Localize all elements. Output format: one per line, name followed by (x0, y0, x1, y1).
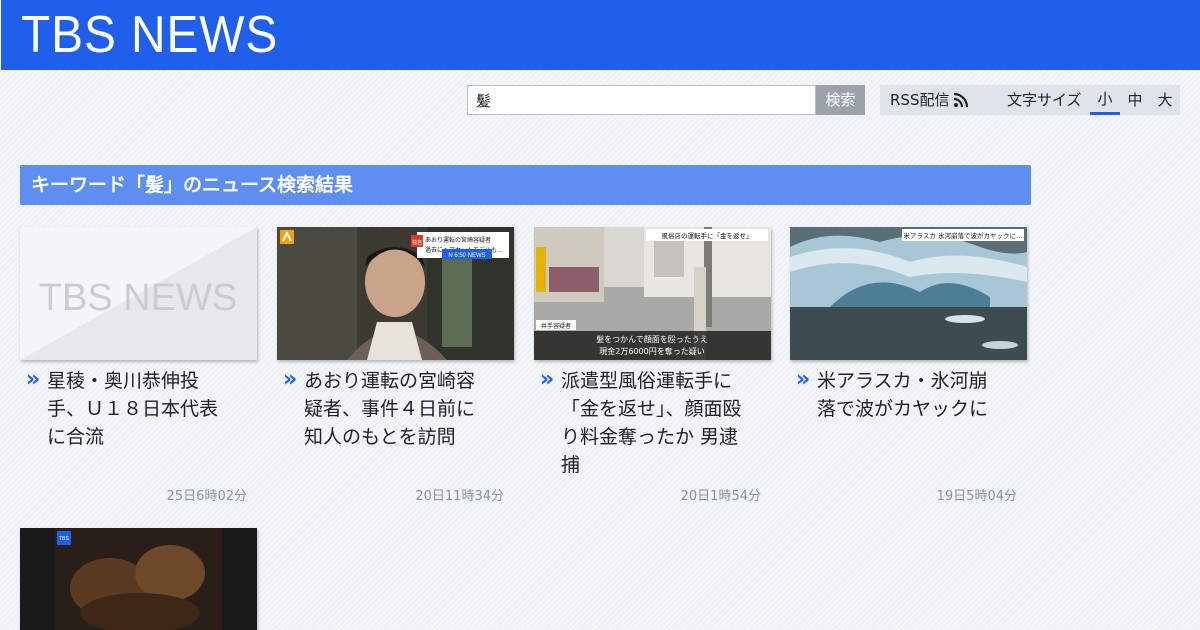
svg-text:TBS: TBS (59, 536, 69, 542)
search-results-title: キーワード「髪」のニュース検索結果 (20, 165, 1031, 205)
article-time: 19日5時04分 (936, 489, 1017, 504)
chevron-right-icon: » (540, 367, 555, 392)
search-button[interactable]: 検索 (816, 85, 865, 115)
article-thumbnail[interactable]: TBS (20, 528, 257, 630)
search-input[interactable] (467, 85, 816, 115)
caption-top: 米アラスカ 氷河崩落で波がカヤックに… (904, 231, 1023, 240)
article-time: 20日1時54分 (680, 489, 761, 504)
tbs-news-placeholder-logo: TBS NEWS (39, 277, 237, 319)
font-size-medium[interactable]: 中 (1120, 85, 1150, 115)
article-time: 25日6時02分 (166, 489, 247, 504)
channel-badge: N 6:50 NEWS (448, 253, 485, 259)
chevron-right-icon: » (796, 367, 811, 392)
article-headline[interactable]: 派遣型風俗運転手に「金を返せ」、顔面殴り料金奪ったか 男逮捕 (561, 367, 746, 479)
exclusive-badge: 独自 (412, 239, 422, 246)
chevron-right-icon: » (283, 367, 298, 392)
font-size-label: 文字サイズ (1007, 91, 1082, 109)
suspect-tag: 井手容疑者 (541, 322, 571, 330)
tbs-news-logo[interactable]: TBS NEWS (21, 6, 278, 64)
font-size-large[interactable]: 大 (1150, 85, 1180, 115)
chevron-right-icon: » (26, 367, 41, 392)
caption-line: あおり運転の宮崎容疑者 (425, 236, 491, 244)
caption-line: 髪をつかんで顔面を殴ったうえ (596, 334, 708, 344)
caption-line: 現金2万6000円を奪った疑い (599, 346, 704, 356)
site-header: TBS NEWS (0, 0, 1200, 70)
article-headline[interactable]: 米アラスカ・氷河崩落で波がカヤックに (817, 367, 1002, 423)
article-headline[interactable]: あおり運転の宮崎容疑者、事件４日前に知人のもとを訪問 (304, 367, 489, 451)
rss-icon (954, 92, 969, 108)
rss-label: RSS配信 (890, 91, 950, 109)
rss-link[interactable]: RSS配信 (890, 85, 969, 115)
article-thumbnail[interactable]: 風俗店の運転手に「金を返せ」 井手容疑者 髪をつかんで顔面を殴ったうえ 現金2万… (534, 227, 771, 360)
article-thumbnail[interactable]: 米アラスカ 氷河崩落で波がカヤックに… (790, 227, 1027, 360)
article-thumbnail[interactable]: TBS NEWS (20, 227, 257, 360)
article-headline[interactable]: 星稜・奥川恭伸投手、Ｕ１８日本代表に合流 (47, 367, 232, 451)
utility-bar: RSS配信 文字サイズ 小 中 大 (880, 85, 1180, 115)
font-size-small[interactable]: 小 (1090, 85, 1120, 115)
caption-top: 風俗店の運転手に「金を返せ」 (662, 231, 753, 240)
article-time: 20日11時34分 (415, 489, 504, 504)
article-thumbnail[interactable]: 独自 あおり運転の宮崎容疑者 過去にヘアカットモデルも… N 6:50 NEWS (277, 227, 514, 360)
